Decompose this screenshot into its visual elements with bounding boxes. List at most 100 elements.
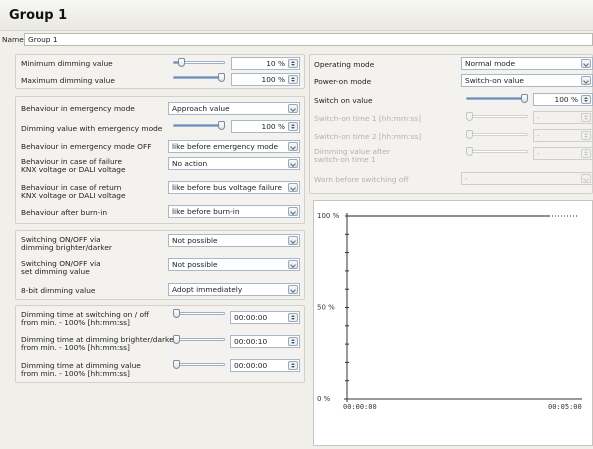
return-label-line2: KNX voltage or DALI voltage xyxy=(21,191,126,200)
warn-value: - xyxy=(465,174,468,183)
bright-time-spin[interactable]: 00:00:10 xyxy=(230,335,300,348)
max-dimming-label: Maximum dimming value xyxy=(21,76,115,85)
switchon-time2-label: Switch-on time 2 [hh:mm:ss] xyxy=(314,132,422,141)
spin-arrows-icon[interactable] xyxy=(581,95,591,104)
onoff-time-slider[interactable] xyxy=(173,309,225,318)
bright-time-slider[interactable] xyxy=(173,335,225,344)
warn-label: Warn before switching off xyxy=(314,175,409,184)
page-title: Group 1 xyxy=(9,8,68,23)
switchon-time2-value: - xyxy=(537,131,540,140)
chevron-down-icon[interactable] xyxy=(288,159,298,168)
spin-arrows-icon[interactable] xyxy=(288,59,298,68)
chevron-down-icon[interactable] xyxy=(581,76,591,85)
chart-canvas: 100 % 50 % 0 % 00:00:00 00:05:00 xyxy=(317,212,582,411)
setdim-value: Not possible xyxy=(172,260,218,269)
emergency-dim-label: Dimming value with emergency mode xyxy=(21,124,163,133)
poweron-mode-value: Switch-on value xyxy=(465,76,524,85)
value-time-slider[interactable] xyxy=(173,360,225,369)
header-bar xyxy=(0,0,593,31)
return-select[interactable]: like before bus voltage failure xyxy=(168,181,300,194)
onoff-time-label-line2: from min. - 100% [hh:mm:ss] xyxy=(21,318,130,327)
spin-arrows-icon xyxy=(581,131,591,140)
emergency-dim-value: 100 % xyxy=(261,122,285,131)
switchon-time1-value: - xyxy=(537,113,540,122)
chevron-down-icon[interactable] xyxy=(288,207,298,216)
emergency-behaviour-value: Approach value xyxy=(172,104,230,113)
switchon-time2-slider xyxy=(466,130,528,139)
dimming-curve-chart: 100 % 50 % 0 % 00:00:00 00:05:00 xyxy=(313,200,593,446)
switchon-time1-label: Switch-on time 1 [hh:mm:ss] xyxy=(314,114,422,123)
max-dimming-spin[interactable]: 100 % xyxy=(231,73,300,86)
emergency-off-select[interactable]: like before emergency mode xyxy=(168,140,300,153)
name-input[interactable]: Group 1 xyxy=(24,33,593,46)
operating-mode-label: Operating mode xyxy=(314,60,375,69)
emergency-off-label: Behaviour in emergency mode OFF xyxy=(21,142,152,151)
y-tick-label: 100 % xyxy=(317,212,340,220)
bit8-select[interactable]: Adopt immediately xyxy=(168,283,300,296)
bright-time-value: 00:00:10 xyxy=(234,337,268,346)
switchon-time2-spin: - xyxy=(533,129,593,142)
operating-mode-value: Normal mode xyxy=(465,59,516,68)
switchon-value-slider[interactable] xyxy=(466,94,528,103)
bit8-label: 8-bit dimming value xyxy=(21,286,96,295)
onoff-time-value: 00:00:00 xyxy=(234,313,268,322)
chevron-down-icon[interactable] xyxy=(581,59,591,68)
spin-arrows-icon[interactable] xyxy=(288,122,298,131)
after-time1-spin: - xyxy=(533,147,593,160)
spin-arrows-icon[interactable] xyxy=(288,313,298,322)
switchon-time1-slider xyxy=(466,112,528,121)
bright-time-label-line2: from min. - 100% [hh:mm:ss] xyxy=(21,343,130,352)
x-tick-label: 00:05:00 xyxy=(548,403,582,411)
after-time1-value: - xyxy=(537,149,540,158)
spin-arrows-icon[interactable] xyxy=(288,361,298,370)
spin-arrows-icon[interactable] xyxy=(288,337,298,346)
burnin-value: like before burn-in xyxy=(172,207,240,216)
burnin-label: Behaviour after burn-in xyxy=(21,208,108,217)
x-tick-label: 00:00:00 xyxy=(343,403,377,411)
chevron-down-icon xyxy=(581,174,591,183)
max-dimming-value: 100 % xyxy=(261,75,285,84)
max-dimming-slider[interactable] xyxy=(173,73,225,82)
brighter-label-line2: dimming brighter/darker xyxy=(21,243,112,252)
value-time-spin[interactable]: 00:00:00 xyxy=(230,359,300,372)
spin-arrows-icon xyxy=(581,113,591,122)
onoff-time-spin[interactable]: 00:00:00 xyxy=(230,311,300,324)
brighter-select[interactable]: Not possible xyxy=(168,234,300,247)
chevron-down-icon[interactable] xyxy=(288,285,298,294)
chevron-down-icon[interactable] xyxy=(288,236,298,245)
emergency-behaviour-select[interactable]: Approach value xyxy=(168,102,300,115)
operating-mode-select[interactable]: Normal mode xyxy=(461,57,593,70)
setdim-label-line2: set dimming value xyxy=(21,267,90,276)
min-dimming-spin[interactable]: 10 % xyxy=(231,57,300,70)
min-dimming-value: 10 % xyxy=(266,59,285,68)
emergency-off-value: like before emergency mode xyxy=(172,142,279,151)
emergency-dim-spin[interactable]: 100 % xyxy=(231,120,300,133)
burnin-select[interactable]: like before burn-in xyxy=(168,205,300,218)
min-dimming-slider[interactable] xyxy=(173,58,225,67)
chevron-down-icon[interactable] xyxy=(288,104,298,113)
switchon-value-text: 100 % xyxy=(554,95,578,104)
chevron-down-icon[interactable] xyxy=(288,142,298,151)
chevron-down-icon[interactable] xyxy=(288,183,298,192)
value-time-label-line2: from min. - 100% [hh:mm:ss] xyxy=(21,369,130,378)
name-label: Name xyxy=(2,35,24,44)
switchon-time1-spin: - xyxy=(533,111,593,124)
spin-arrows-icon xyxy=(581,149,591,158)
after-time1-label-line2: switch-on time 1 xyxy=(314,155,376,164)
chevron-down-icon[interactable] xyxy=(288,260,298,269)
value-time-value: 00:00:00 xyxy=(234,361,268,370)
emergency-behaviour-label: Behaviour in emergency mode xyxy=(21,104,135,113)
return-value: like before bus voltage failure xyxy=(172,183,283,192)
switchon-value-spin[interactable]: 100 % xyxy=(533,93,593,106)
min-dimming-label: Minimum dimming value xyxy=(21,59,113,68)
failure-label-line2: KNX voltage or DALI voltage xyxy=(21,165,126,174)
emergency-dim-slider[interactable] xyxy=(173,121,225,130)
failure-select[interactable]: No action xyxy=(168,157,300,170)
poweron-mode-select[interactable]: Switch-on value xyxy=(461,74,593,87)
brighter-value: Not possible xyxy=(172,236,218,245)
setdim-select[interactable]: Not possible xyxy=(168,258,300,271)
spin-arrows-icon[interactable] xyxy=(288,75,298,84)
warn-select: - xyxy=(461,172,593,185)
after-time1-slider xyxy=(466,147,528,156)
y-tick-label: 50 % xyxy=(317,304,335,312)
